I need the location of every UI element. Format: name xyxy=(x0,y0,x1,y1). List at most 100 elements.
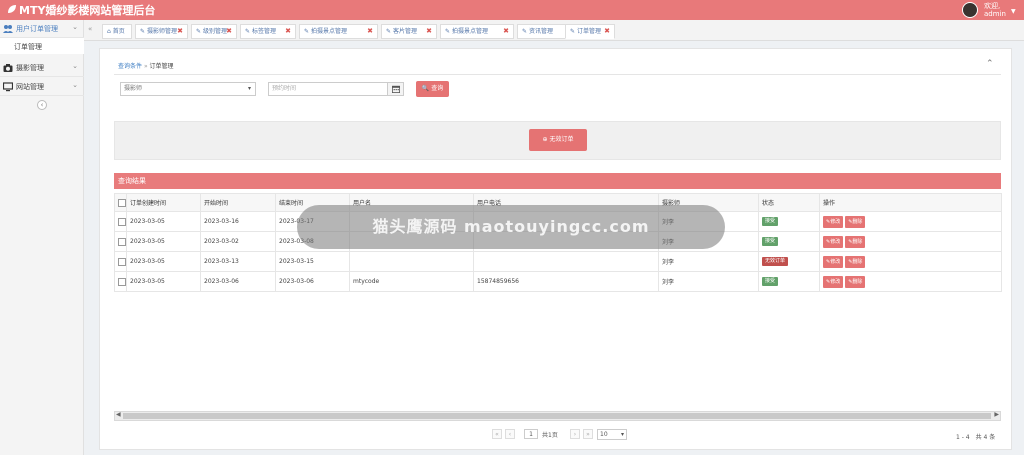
edit-button[interactable]: ✎修改 xyxy=(823,235,844,248)
tab-label: 级别管理 xyxy=(202,28,227,35)
edit-button[interactable]: ✎修改 xyxy=(823,215,844,228)
avatar[interactable] xyxy=(962,2,978,18)
home-icon: ⌂ xyxy=(107,28,111,35)
tab-home[interactable]: ⌂ 首页 xyxy=(102,24,132,39)
cell-status: 接受 xyxy=(758,231,820,252)
edit-icon: ✎ xyxy=(304,28,310,35)
column-header[interactable]: 开始时间 xyxy=(200,193,276,212)
leaf-logo-icon xyxy=(8,5,16,13)
horizontal-scrollbar[interactable]: ◀ ▶ xyxy=(114,411,1001,421)
appointment-date-input[interactable]: 预约时间 xyxy=(268,82,388,96)
cell-photographer: 刘李 xyxy=(658,271,759,292)
delete-button[interactable]: ✎删除 xyxy=(845,235,866,248)
prev-page-icon[interactable]: ‹ xyxy=(505,429,515,439)
cell-created: 2023-03-05 xyxy=(126,251,201,272)
sidebar-item-label: 摄影管理 xyxy=(16,64,44,72)
tab-label: 客片管理 xyxy=(392,28,417,35)
column-header[interactable]: 订单创建时间 xyxy=(126,193,201,212)
scroll-right-icon[interactable]: ▶ xyxy=(994,411,999,418)
search-button[interactable]: 🔍 查询 xyxy=(416,81,449,97)
close-icon[interactable]: ✖ xyxy=(285,25,291,38)
tab-scenic-spots-2[interactable]: ✎ 拍摄景点管理 ✖ xyxy=(440,24,514,39)
cell-status: 无效订单 xyxy=(758,251,820,272)
close-icon[interactable]: ✖ xyxy=(426,25,432,38)
chevron-down-icon: ⌄ xyxy=(72,23,78,31)
watermark-overlay: 猫头鹰源码 maotouyingcc.com xyxy=(297,205,725,249)
close-icon[interactable]: ✖ xyxy=(367,25,373,38)
breadcrumb-root[interactable]: 查询条件 xyxy=(118,63,142,70)
status-badge: 接受 xyxy=(762,237,779,246)
delete-button[interactable]: ✎删除 xyxy=(845,215,866,228)
row-checkbox[interactable] xyxy=(114,231,127,252)
sidebar-subitem-orders[interactable]: 订单管理 xyxy=(0,38,84,54)
app-title: MTY婚纱影楼网站管理后台 xyxy=(19,4,156,17)
page-number-input[interactable]: 1 xyxy=(524,429,538,439)
sidebar-item-photography[interactable]: 摄影管理 ⌄ xyxy=(0,59,84,77)
row-checkbox[interactable] xyxy=(114,271,127,292)
camera-icon xyxy=(3,64,13,72)
row-checkbox[interactable] xyxy=(114,211,127,232)
tab-label: 标签管理 xyxy=(251,28,276,35)
delete-label: 删除 xyxy=(852,258,863,265)
cell-created: 2023-03-05 xyxy=(126,271,201,292)
sidebar-item-user-orders[interactable]: 用户订单管理 ⌄ xyxy=(0,20,84,38)
close-icon[interactable]: ✖ xyxy=(604,25,610,38)
close-icon[interactable]: ✖ xyxy=(503,25,509,38)
tab-tags[interactable]: ✎ 标签管理 ✖ xyxy=(240,24,296,39)
close-icon[interactable]: ✖ xyxy=(226,25,232,38)
first-page-icon[interactable]: « xyxy=(492,429,502,439)
user-menu[interactable]: 欢迎, admin xyxy=(984,2,1006,18)
breadcrumb-separator: » xyxy=(143,63,148,70)
edit-icon: ✎ xyxy=(386,28,392,35)
last-page-icon[interactable]: » xyxy=(583,429,593,439)
cell-end: 2023-03-15 xyxy=(275,251,350,272)
tab-photographers[interactable]: ✎ 摄影师管理 ✖ xyxy=(135,24,188,39)
edit-icon: ✎ xyxy=(570,28,576,35)
sidebar-item-label: 网站管理 xyxy=(16,83,44,91)
sidebar: 用户订单管理 ⌄ 订单管理 摄影管理 ⌄ 网站管理 ⌄ ‹ xyxy=(0,20,84,455)
delete-button[interactable]: ✎删除 xyxy=(845,275,866,288)
collapse-panel-icon[interactable]: ⌃ xyxy=(986,59,994,69)
calendar-button[interactable] xyxy=(387,82,404,96)
column-header: 操作 xyxy=(819,193,1002,212)
edit-label: 修改 xyxy=(830,278,841,285)
row-checkbox[interactable] xyxy=(114,251,127,272)
caret-down-icon[interactable]: ▼ xyxy=(1011,8,1016,15)
tab-label: 订单管理 xyxy=(576,28,601,35)
next-page-icon[interactable]: › xyxy=(570,429,580,439)
edit-button[interactable]: ✎修改 xyxy=(823,255,844,268)
tab-levels[interactable]: ✎ 级别管理 ✖ xyxy=(191,24,237,39)
scrollbar-thumb[interactable] xyxy=(123,413,991,419)
column-header[interactable]: 状态 xyxy=(758,193,820,212)
edit-icon: ✎ xyxy=(522,28,528,35)
collapse-sidebar-button[interactable]: ‹ xyxy=(37,100,47,110)
tab-client-photos[interactable]: ✎ 客片管理 ✖ xyxy=(381,24,437,39)
scroll-left-icon[interactable]: ◀ xyxy=(116,411,121,418)
delete-label: 删除 xyxy=(852,238,863,245)
sidebar-subitem-label: 订单管理 xyxy=(14,43,42,51)
delete-button[interactable]: ✎删除 xyxy=(845,255,866,268)
edit-button[interactable]: ✎修改 xyxy=(823,275,844,288)
select-all-checkbox[interactable] xyxy=(114,193,127,212)
caret-down-icon: ▾ xyxy=(247,85,251,92)
sidebar-item-website[interactable]: 网站管理 ⌄ xyxy=(0,78,84,96)
tab-orders[interactable]: ✎ 订单管理 ✖ xyxy=(565,24,615,39)
tab-scenic-spots[interactable]: ✎ 拍摄景点管理 ✖ xyxy=(299,24,378,39)
table-row: 2023-03-05 2023-03-06 2023-03-06 mtycode… xyxy=(114,271,1002,292)
cell-status: 接受 xyxy=(758,271,820,292)
tabs-scroll-left-icon[interactable]: « xyxy=(88,25,92,33)
cell-end: 2023-03-06 xyxy=(275,271,350,292)
edit-icon: ✎ xyxy=(140,28,146,35)
close-icon[interactable]: ✖ xyxy=(177,25,183,38)
page-size-select[interactable]: 10 ▾ xyxy=(597,429,627,440)
calendar-icon xyxy=(392,85,400,93)
edit-icon: ✎ xyxy=(445,28,451,35)
search-icon: 🔍 xyxy=(421,85,430,92)
add-invalid-order-button[interactable]: ⊕ 无效订单 xyxy=(529,129,587,151)
cell-actions: ✎修改 ✎删除 xyxy=(819,271,1002,292)
photographer-select[interactable]: 摄影师 ▾ xyxy=(120,82,256,96)
divider xyxy=(114,74,1001,75)
user-greeting: 欢迎, xyxy=(984,2,1001,10)
user-name: admin xyxy=(984,10,1006,18)
photographer-select-value: 摄影师 xyxy=(124,85,143,92)
